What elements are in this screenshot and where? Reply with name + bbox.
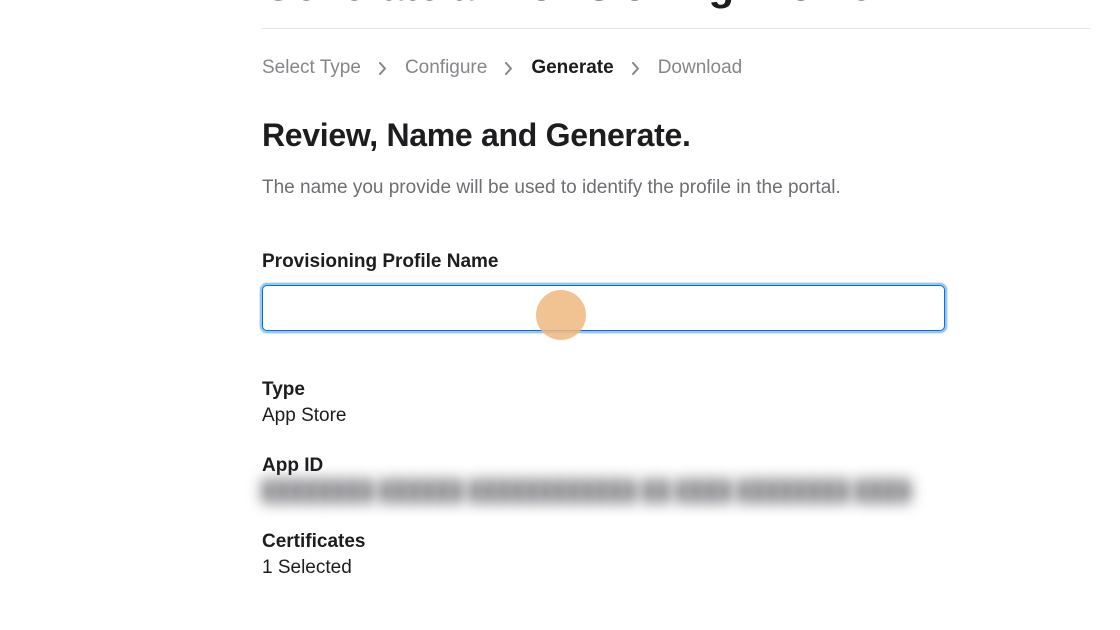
section-heading: Review, Name and Generate. (262, 117, 1090, 154)
appid-label: App ID (262, 455, 1090, 477)
divider (262, 28, 1090, 29)
type-value: App Store (262, 405, 1090, 427)
certificates-label: Certificates (262, 531, 1090, 553)
breadcrumb-step-generate[interactable]: Generate (531, 57, 613, 79)
breadcrumb-step-download[interactable]: Download (658, 57, 743, 79)
chevron-right-icon (505, 62, 513, 75)
chevron-right-icon (379, 62, 387, 75)
section-description: The name you provide will be used to ide… (262, 174, 1090, 203)
breadcrumb: Select Type Configure Generate Download (262, 57, 1090, 79)
chevron-right-icon (632, 62, 640, 75)
page-title: Generate a Provisioning Profile (262, 0, 1090, 10)
profile-name-input[interactable] (262, 285, 945, 331)
breadcrumb-step-configure[interactable]: Configure (405, 57, 487, 79)
breadcrumb-step-select-type[interactable]: Select Type (262, 57, 361, 79)
type-label: Type (262, 379, 1090, 401)
certificates-value: 1 Selected (262, 557, 1090, 579)
profile-name-label: Provisioning Profile Name (262, 251, 1090, 273)
appid-value: ████████ ██████ ████████████ ██ ████ ███… (262, 481, 1090, 503)
